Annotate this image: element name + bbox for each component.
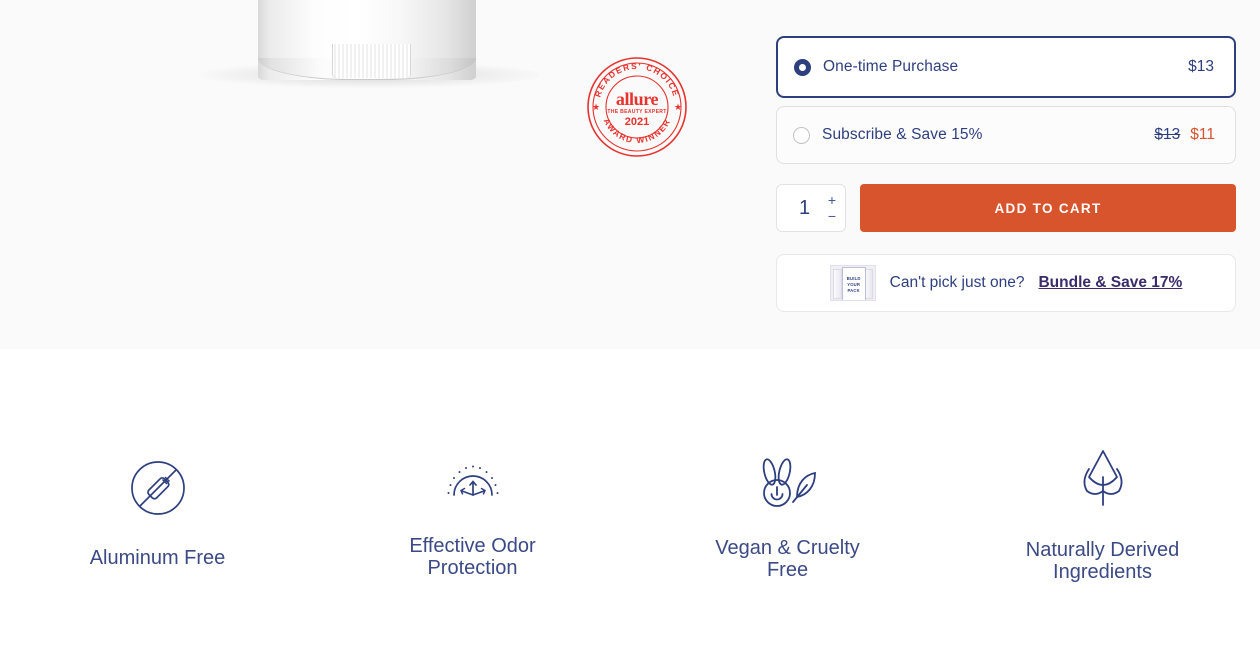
feature-label: Aluminum Free: [89, 547, 226, 569]
feature-vegan-cruelty-free: Vegan & Cruelty Free: [630, 349, 945, 659]
quantity-value[interactable]: 1: [799, 197, 810, 220]
odor-protection-icon: [442, 459, 504, 499]
pack-line-3: PACK: [847, 287, 860, 293]
feature-aluminum-free: Aluminum Free: [0, 349, 315, 659]
bundle-promo-strip[interactable]: BUILD YOUR PACK Can't pick just one? Bun…: [776, 254, 1236, 312]
pack-stick-left: [832, 269, 842, 299]
quantity-stepper-controls: + −: [828, 185, 836, 231]
feature-highlights-section: Aluminum Free Effective Odor Protection …: [0, 349, 1260, 659]
pack-line-1: BUILD: [846, 275, 861, 281]
purchase-option-price: $13: [1188, 58, 1214, 75]
no-aluminum-icon: [129, 459, 187, 517]
svg-text:THE BEAUTY EXPERT: THE BEAUTY EXPERT: [607, 109, 667, 115]
purchase-option-label: One-time Purchase: [823, 58, 959, 75]
feature-odor-protection: Effective Odor Protection: [315, 349, 630, 659]
quantity-increment-button[interactable]: +: [828, 193, 836, 207]
purchase-panel: One-time Purchase $13 Subscribe & Save 1…: [776, 0, 1236, 312]
leaf-sprout-icon: [1077, 447, 1129, 509]
feature-naturally-derived: Naturally Derived Ingredients: [945, 349, 1260, 659]
quantity-stepper[interactable]: 1 + −: [776, 184, 846, 232]
radio-unselected-icon[interactable]: [793, 126, 810, 144]
svg-text:★: ★: [592, 102, 600, 112]
pack-box: BUILD YOUR PACK: [841, 267, 866, 300]
product-hero-section: READERS' CHOICE AWARD WINNER ★ ★ allure …: [0, 0, 1260, 349]
allure-readers-choice-badge: READERS' CHOICE AWARD WINNER ★ ★ allure …: [585, 55, 689, 159]
pack-line-2: YOUR: [847, 281, 861, 287]
bundle-save-link[interactable]: Bundle & Save 17%: [1038, 274, 1182, 292]
purchase-option-label: Subscribe & Save 15%: [822, 126, 983, 143]
svg-text:2021: 2021: [625, 116, 649, 128]
purchase-option-original-price: $13: [1154, 126, 1181, 143]
bundle-question-text: Can't pick just one?: [889, 274, 1025, 291]
bunny-leaf-icon: [755, 457, 821, 509]
quantity-decrement-button[interactable]: −: [828, 209, 836, 223]
svg-text:allure: allure: [616, 89, 659, 109]
purchase-option-one-time[interactable]: One-time Purchase $13: [776, 36, 1236, 98]
feature-label: Naturally Derived Ingredients: [1025, 539, 1180, 583]
cart-row: 1 + − ADD TO CART: [776, 184, 1236, 232]
purchase-option-sale-price: $11: [1190, 126, 1215, 143]
product-image-deodorant-stick[interactable]: [258, 0, 476, 80]
feature-label: Vegan & Cruelty Free: [715, 537, 860, 581]
radio-selected-icon[interactable]: [794, 58, 811, 76]
purchase-option-subscribe[interactable]: Subscribe & Save 15% $13 $11: [776, 106, 1236, 164]
add-to-cart-button[interactable]: ADD TO CART: [860, 184, 1236, 232]
feature-label: Effective Odor Protection: [409, 535, 536, 579]
product-image-stage: [0, 0, 736, 349]
build-your-pack-thumbnail-icon: BUILD YOUR PACK: [829, 265, 876, 301]
bottle-twist-dial: [332, 44, 411, 78]
svg-text:★: ★: [674, 102, 682, 112]
